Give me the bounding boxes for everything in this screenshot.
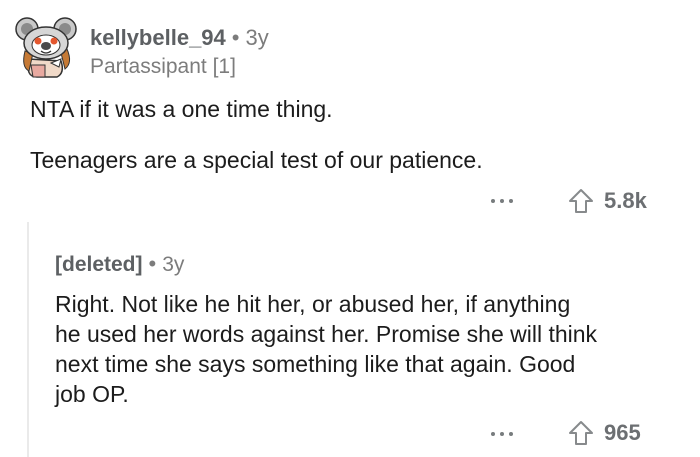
more-dot — [500, 432, 504, 436]
reply-body-line: next time she says something like that a… — [55, 351, 576, 377]
username-link[interactable]: kellybelle_94 — [90, 25, 226, 50]
comment-thread: kellybelle_94 • 3y Partassipant [1] NTA if… — [0, 0, 700, 457]
more-dot — [491, 432, 495, 436]
more-dot — [509, 432, 513, 436]
user-flair: Partassipant [1] — [90, 55, 236, 78]
comment: kellybelle_94 • 3y Partassipant [1] NTA if… — [0, 0, 700, 230]
meta-separator: • — [231, 25, 240, 50]
more-options-button[interactable] — [489, 423, 515, 443]
meta-separator: • — [148, 251, 157, 276]
upvote-button[interactable]: 965 — [568, 420, 641, 446]
comment-body-line: NTA if it was a one time thing. — [30, 96, 333, 122]
upvote-arrow-icon — [569, 421, 593, 445]
reply-age: 3y — [162, 253, 185, 276]
more-dot — [491, 199, 495, 203]
reply-body-line: he used her words against her. Promise s… — [55, 321, 598, 347]
upvote-arrow-icon — [569, 189, 593, 213]
more-dot — [500, 199, 504, 203]
upvote-button[interactable]: 5.8k — [568, 188, 647, 214]
vote-count: 5.8k — [604, 188, 647, 213]
more-dot — [509, 199, 513, 203]
more-options-button[interactable] — [489, 190, 515, 210]
reply-meta: [deleted] • 3y — [55, 251, 184, 278]
comment-age: 3y — [245, 25, 269, 50]
deleted-username: [deleted] — [55, 253, 143, 276]
koala-snoo-avatar-icon — [15, 17, 77, 78]
vote-count: 965 — [604, 420, 641, 445]
reply-body-line: Right. Not like he hit her, or abused he… — [55, 291, 571, 317]
avatar[interactable] — [15, 13, 77, 79]
reply-body-line: job OP. — [55, 381, 129, 407]
reply-body: Right. Not like he hit her, or abused he… — [55, 289, 675, 409]
comment-body-line: Teenagers are a special test of our pati… — [30, 147, 483, 173]
comment-meta: kellybelle_94 • 3y — [90, 25, 269, 51]
thread-line[interactable] — [27, 222, 29, 457]
